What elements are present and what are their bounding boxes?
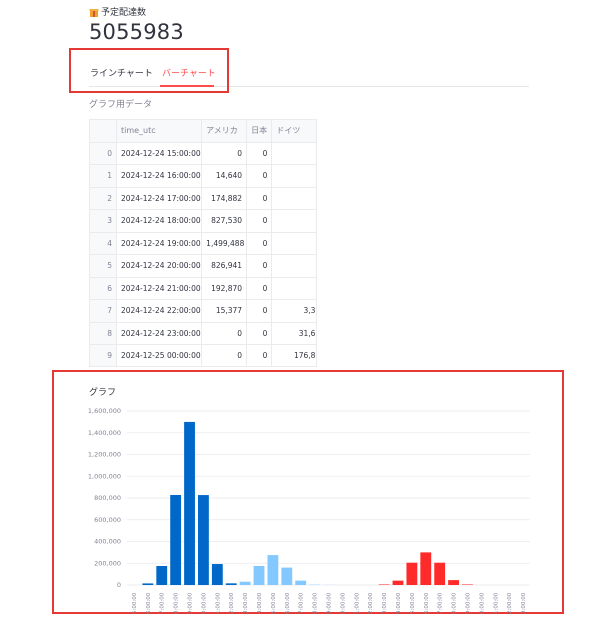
y-tick-label: 200,000 <box>94 559 121 567</box>
y-tick-label: 1,000,000 <box>88 472 121 480</box>
chart-bar[interactable] <box>434 562 446 585</box>
chart-bar[interactable] <box>239 581 251 585</box>
x-tick-label: 1:00:00 <box>354 592 360 614</box>
chart-bar[interactable] <box>267 555 279 585</box>
y-tick-label: 1,200,000 <box>88 451 121 459</box>
y-tick-label: 800,000 <box>94 494 121 502</box>
bar-chart[interactable]: 0 200,000 400,000 600,000 800,000 1,000,000 1,… <box>0 0 601 618</box>
chart-bar[interactable] <box>378 584 390 585</box>
x-tick-label: 5:00:00 <box>271 592 277 614</box>
x-tick-label: 2:00:00 <box>368 592 374 614</box>
x-tick-label: 7:00:00 <box>160 592 166 614</box>
x-tick-label: 1:00:00 <box>215 592 221 614</box>
x-tick-label: 2:00:00 <box>229 592 235 614</box>
y-tick-label: 0 <box>117 581 121 589</box>
chart-bar[interactable] <box>225 583 237 585</box>
chart-bar[interactable] <box>142 583 154 585</box>
x-tick-label: 5:00:00 <box>132 592 138 614</box>
y-tick-label: 600,000 <box>94 516 121 524</box>
chart-bar[interactable] <box>448 580 459 585</box>
chart-bar[interactable] <box>392 580 404 585</box>
x-tick-label: 2:00:00 <box>507 592 513 614</box>
x-tick-label: 3:00:00 <box>382 592 388 614</box>
x-tick-label: 7:00:00 <box>299 592 305 614</box>
x-tick-label: 0:00:00 <box>340 592 346 614</box>
chart-bar[interactable] <box>198 495 209 585</box>
chart-bar[interactable] <box>184 421 195 585</box>
x-tick-label: 9:00:00 <box>327 592 333 614</box>
y-tick-label: 400,000 <box>94 538 121 546</box>
x-tick-label: 4:00:00 <box>257 592 263 614</box>
x-tick-label: 8:00:00 <box>313 592 319 614</box>
chart-bar[interactable] <box>253 565 265 585</box>
x-tick-label: 6:00:00 <box>424 592 430 614</box>
x-tick-label: 0:00:00 <box>201 592 207 614</box>
x-tick-label: 8:00:00 <box>174 592 180 614</box>
chart-bar[interactable] <box>211 564 223 585</box>
chart-bar[interactable] <box>170 495 182 585</box>
chart-bar[interactable] <box>156 565 168 585</box>
x-tick-label: 8:00:00 <box>452 592 458 614</box>
y-tick-label: 1,400,000 <box>88 429 121 437</box>
chart-bar[interactable] <box>295 580 307 585</box>
x-tick-label: 3:00:00 <box>521 592 527 614</box>
x-tick-label: 9:00:00 <box>188 592 194 614</box>
x-tick-label: 6:00:00 <box>285 592 291 614</box>
y-tick-label: 1,600,000 <box>88 407 121 415</box>
chart-bar[interactable] <box>406 562 418 585</box>
chart-bar[interactable] <box>462 584 473 585</box>
chart-bar[interactable] <box>420 552 432 585</box>
x-tick-label: 3:00:00 <box>243 592 249 614</box>
chart-bar[interactable] <box>281 567 293 585</box>
x-tick-label: 1:00:00 <box>493 592 499 614</box>
x-tick-label: 9:00:00 <box>465 592 471 614</box>
x-tick-label: 5:00:00 <box>410 592 416 614</box>
x-tick-label: 7:00:00 <box>438 592 444 614</box>
x-tick-label: 4:00:00 <box>396 592 402 614</box>
x-tick-label: 6:00:00 <box>146 592 152 614</box>
x-tick-label: 0:00:00 <box>479 592 485 614</box>
